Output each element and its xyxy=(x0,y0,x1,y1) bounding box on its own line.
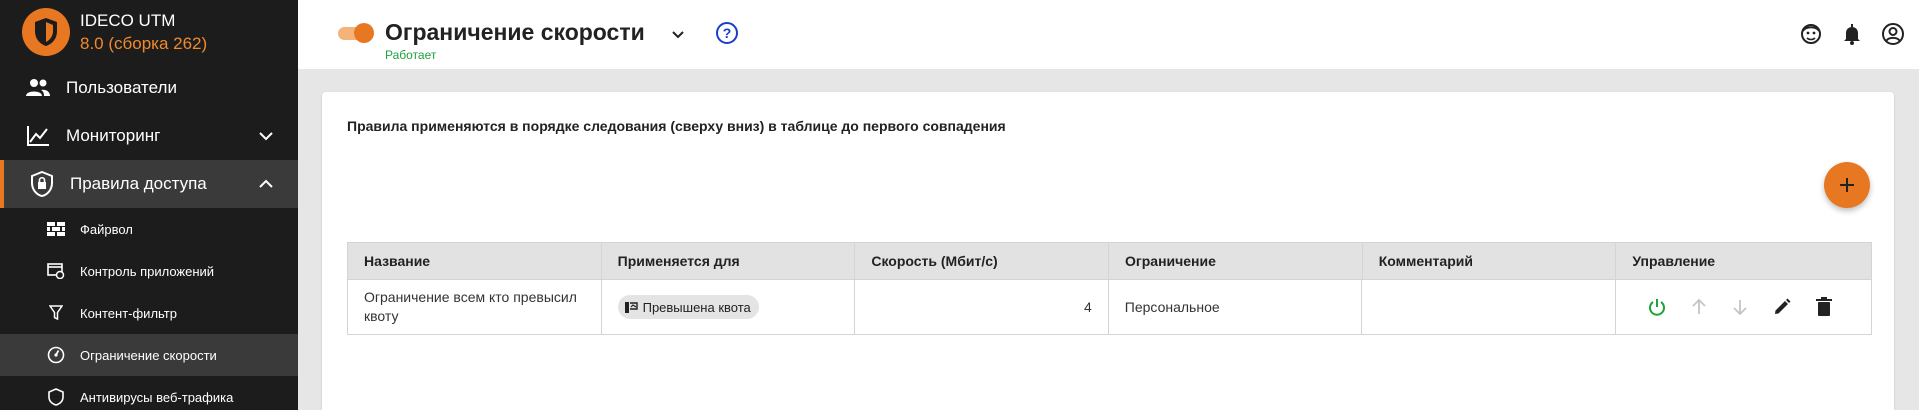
comment-cell xyxy=(1362,280,1616,334)
rules-card: Правила применяются в порядке следования… xyxy=(322,92,1894,410)
power-icon xyxy=(1648,299,1665,316)
rules-order-note: Правила применяются в порядке следования… xyxy=(347,118,1006,134)
limit-cell: Персональное xyxy=(1109,280,1363,334)
delete-button[interactable] xyxy=(1813,296,1835,318)
column-header[interactable]: Название xyxy=(348,243,602,279)
row-actions xyxy=(1616,280,1871,334)
support-icon[interactable] xyxy=(1799,22,1823,46)
rules-table: Название Применяется для Скорость (Мбит/… xyxy=(347,242,1872,335)
top-bar: Ограничение скорости ? Работает xyxy=(298,0,1919,69)
sidebar-subitem-label: Ограничение скорости xyxy=(80,347,217,363)
brick-wall-icon xyxy=(46,220,66,238)
module-enable-toggle[interactable] xyxy=(338,23,374,43)
arrow-down-icon xyxy=(1733,300,1748,316)
brand-version: 8.0 (сборка 262) xyxy=(80,34,208,53)
bell-icon[interactable] xyxy=(1840,22,1864,46)
sidebar-subitem-label: Контент-фильтр xyxy=(80,305,177,321)
trash-icon xyxy=(1816,297,1833,316)
shield-icon xyxy=(46,388,66,406)
plus-icon xyxy=(1840,178,1854,192)
sidebar-subitem-label: Файрвол xyxy=(80,221,133,237)
sidebar-item-label: Правила доступа xyxy=(70,174,207,193)
sidebar-item-access-rules[interactable]: Правила доступа xyxy=(0,160,298,208)
rule-name-cell: Ограничение всем кто превысил квоту xyxy=(348,280,602,334)
sidebar-subitem-label: Антивирусы веб-трафика xyxy=(80,389,234,405)
help-button[interactable]: ? xyxy=(716,22,738,44)
speedometer-icon xyxy=(46,346,66,364)
move-up-button[interactable] xyxy=(1688,296,1710,318)
chip-label: Превышена квота xyxy=(642,299,751,315)
app-control-icon xyxy=(46,262,66,280)
add-rule-button[interactable] xyxy=(1824,162,1870,208)
column-header[interactable]: Ограничение xyxy=(1109,243,1363,279)
column-header[interactable]: Применяется для xyxy=(602,243,856,279)
chart-line-icon xyxy=(24,124,52,148)
toggle-knob xyxy=(354,23,374,43)
shield-lock-icon xyxy=(28,171,56,197)
chevron-down-icon[interactable] xyxy=(668,24,688,44)
table-row[interactable]: Ограничение всем кто превысил квоту Прев… xyxy=(348,279,1871,334)
chevron-down-icon xyxy=(259,132,273,141)
chevron-up-icon xyxy=(259,179,273,188)
page-title: Ограничение скорости xyxy=(385,19,645,45)
sidebar-item-label: Мониторинг xyxy=(66,126,161,145)
quota-exceeded-icon xyxy=(624,302,638,313)
sidebar-subitem-label: Контроль приложений xyxy=(80,263,215,279)
table-header: Название Применяется для Скорость (Мбит/… xyxy=(348,243,1871,279)
quota-exceeded-chip: Превышена квота xyxy=(617,295,759,319)
edit-button[interactable] xyxy=(1771,296,1793,318)
column-header[interactable]: Скорость (Мбит/с) xyxy=(855,243,1110,279)
sidebar-item-monitoring[interactable]: Мониторинг xyxy=(0,112,298,160)
funnel-icon xyxy=(46,304,66,322)
ideco-logo xyxy=(22,8,70,56)
sidebar-subitem-antivirus[interactable]: Антивирусы веб-трафика xyxy=(0,376,298,410)
column-header: Управление xyxy=(1632,253,1716,269)
sidebar-subitem-firewall[interactable]: Файрвол xyxy=(0,208,298,250)
brand: IDECO UTM 8.0 (сборка 262) xyxy=(0,0,298,64)
brand-name: IDECO UTM xyxy=(80,11,176,30)
account-icon[interactable] xyxy=(1881,22,1905,46)
status-text: Работает xyxy=(385,48,437,62)
pencil-icon xyxy=(1775,298,1791,314)
applies-to-cell: Превышена квота xyxy=(602,280,856,334)
sidebar-subitem-app-control[interactable]: Контроль приложений xyxy=(0,250,298,292)
sidebar-subitem-content-filter[interactable]: Контент-фильтр xyxy=(0,292,298,334)
move-down-button[interactable] xyxy=(1730,296,1752,318)
sidebar: IDECO UTM 8.0 (сборка 262) Пользователи … xyxy=(0,0,298,410)
power-toggle-button[interactable] xyxy=(1646,296,1668,318)
sidebar-subitem-speed-limit[interactable]: Ограничение скорости xyxy=(0,334,298,376)
speed-cell: 4 xyxy=(855,280,1109,334)
arrow-up-icon xyxy=(1692,298,1706,314)
sidebar-item-users[interactable]: Пользователи xyxy=(0,64,298,112)
column-header[interactable]: Комментарий xyxy=(1363,243,1617,279)
users-icon xyxy=(24,76,52,100)
sidebar-item-label: Пользователи xyxy=(66,78,177,97)
